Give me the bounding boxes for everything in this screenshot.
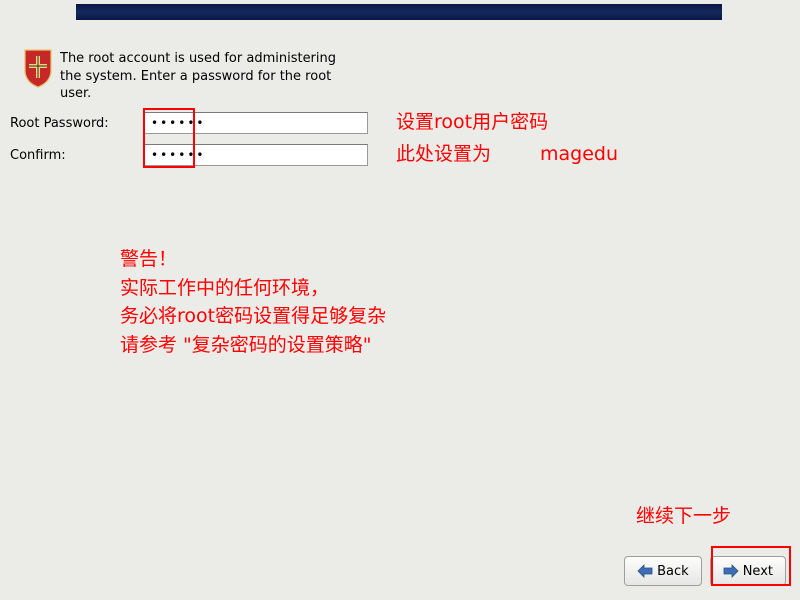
annotation-warning: 警告！ 实际工作中的任何环境， 务必将root密码设置得足够复杂 请参考 "复杂… [120, 245, 386, 359]
annotation-next-step: 继续下一步 [636, 502, 731, 531]
password-form: Root Password: Confirm: [10, 112, 368, 176]
shield-icon [22, 48, 54, 88]
annotation-here-set: 此处设置为 [396, 140, 491, 169]
back-button[interactable]: Back [624, 556, 702, 586]
annotation-set-root: 设置root用户密码 [396, 108, 548, 137]
root-description: The root account is used for administeri… [60, 50, 360, 103]
annotation-example-pw: magedu [540, 140, 618, 169]
confirm-password-label: Confirm: [10, 148, 144, 163]
next-button-label: Next [743, 564, 773, 579]
root-password-input[interactable] [144, 112, 368, 134]
confirm-password-input[interactable] [144, 144, 368, 166]
banner-bar [76, 4, 722, 20]
next-button[interactable]: Next [710, 556, 786, 586]
back-button-label: Back [657, 564, 689, 579]
root-password-label: Root Password: [10, 116, 144, 131]
arrow-left-icon [637, 564, 653, 578]
button-bar: Back Next [624, 556, 786, 586]
arrow-right-icon [723, 564, 739, 578]
